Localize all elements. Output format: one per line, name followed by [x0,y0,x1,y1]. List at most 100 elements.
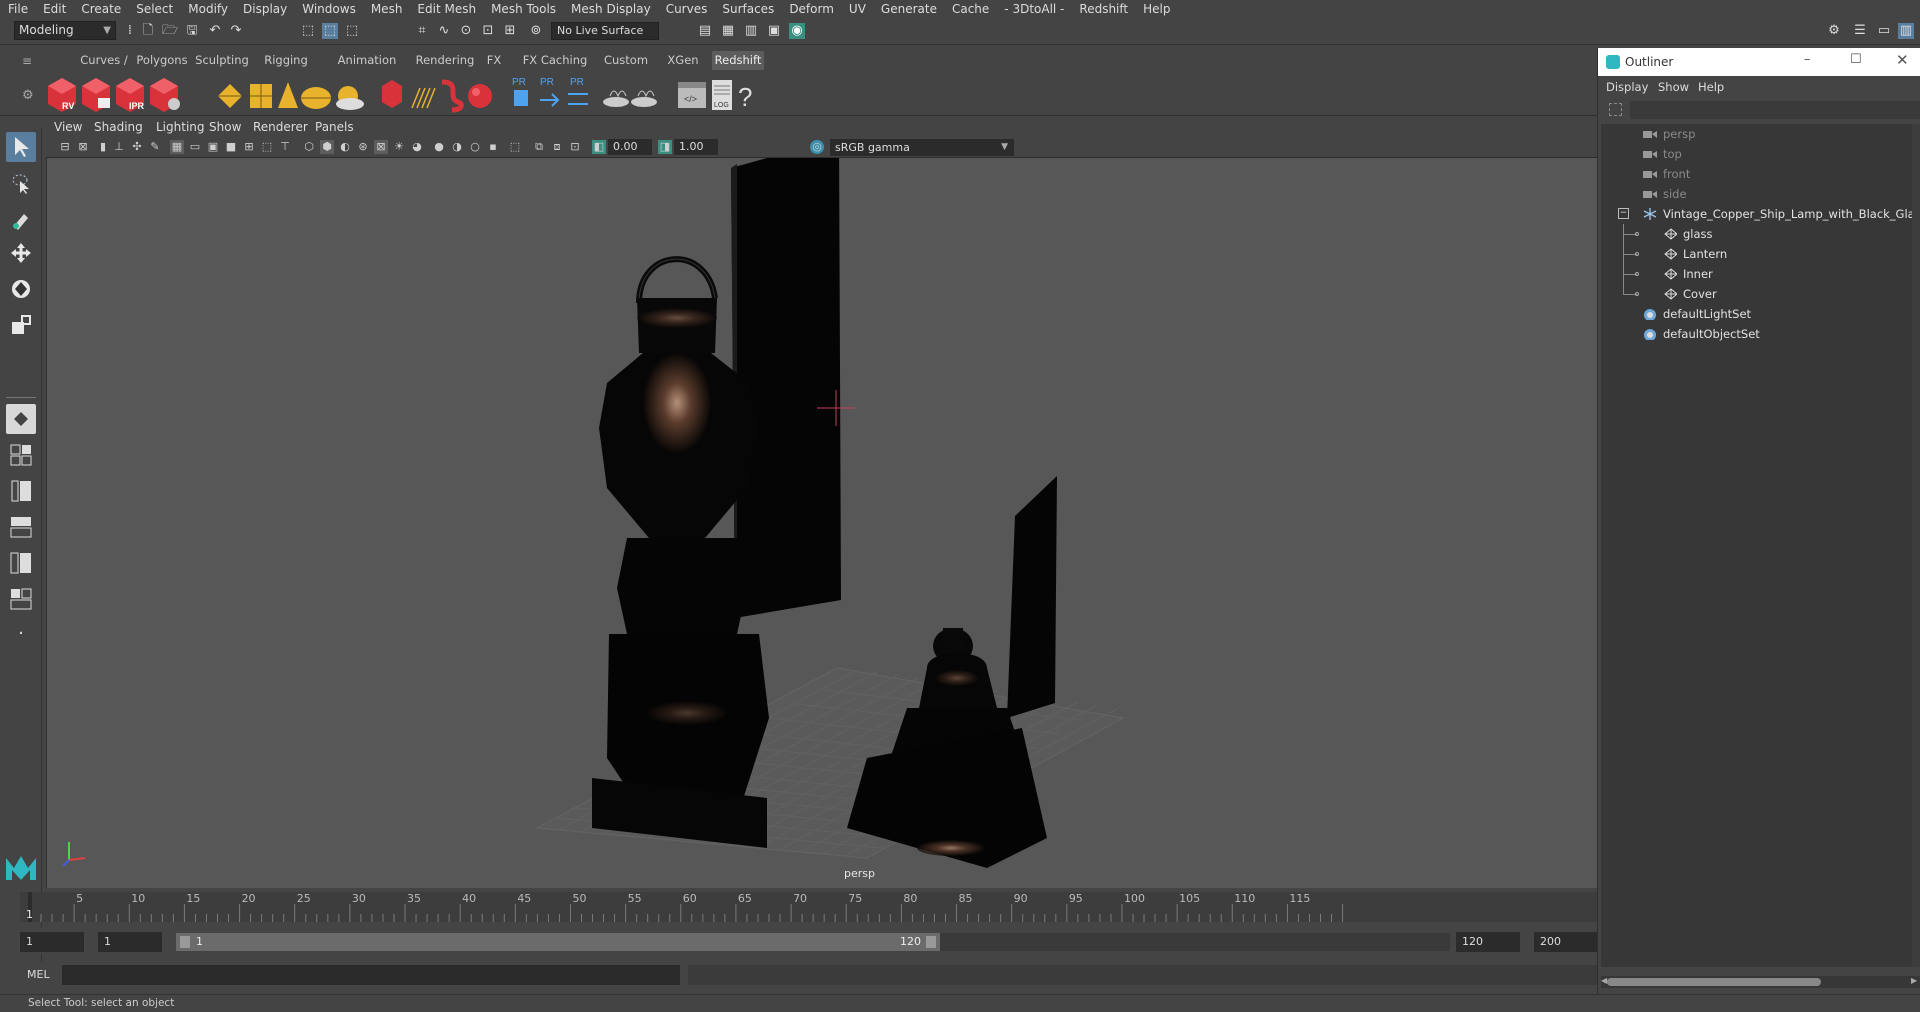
shelf-tab[interactable]: Custom [603,51,649,70]
menu-item[interactable]: Curves [666,2,708,16]
textured-icon[interactable]: ⊠ [374,140,388,154]
menu-item[interactable]: Edit [43,2,66,16]
redshift-ipr-icon[interactable]: IPR [116,78,145,112]
time-slider[interactable]: 5 10 15 20 25 30 35 40 45 50 55 60 65 70 75 80 85 90 95 100… [20,892,1597,922]
snap-point-icon[interactable]: ⊙ [458,23,474,39]
render-settings-icon[interactable]: ▤ [697,23,713,39]
xray-joints-icon[interactable]: ⊡ [568,140,582,154]
menu-item[interactable]: Surfaces [722,2,774,16]
select-by-component-icon[interactable]: ⬚ [344,23,360,39]
xray-active-components-icon[interactable]: ⧈ [550,140,564,154]
channel-box-icon[interactable]: ▥ [1898,23,1914,39]
exposure-icon[interactable]: ◧ [592,140,606,154]
redshift-pr-material-icon[interactable]: PR [512,77,528,106]
viewport-menu-item[interactable]: Lighting [156,120,205,134]
select-by-hierarchy-icon[interactable]: ⬚ [300,23,316,39]
redshift-curve-icon[interactable] [441,79,464,113]
color-management-icon[interactable]: ◎ [810,140,824,154]
hypershade-layout-icon[interactable] [6,584,36,614]
menu-item[interactable]: Deform [789,2,834,16]
use-default-material-icon[interactable]: ◐ [338,140,352,154]
outliner-horizontal-scrollbar[interactable]: ◀ ▶ [1601,976,1920,988]
xray-icon[interactable]: ⧉ [532,140,546,154]
outliner-row[interactable]: Cover [1601,284,1920,304]
outliner-vertical-scrollbar[interactable] [1912,124,1920,967]
redshift-proxy-icon[interactable] [218,84,242,108]
shelf-tab[interactable]: Polygons [131,51,193,70]
outliner-menu-item[interactable]: Help [1698,80,1724,94]
exposure-field[interactable]: 0.00 [608,139,652,155]
select-by-object-icon[interactable]: ⬚ [322,23,338,39]
outliner-row[interactable]: defaultLightSet [1601,304,1920,324]
outliner-row[interactable]: top [1601,144,1920,164]
isolate-select-icon[interactable]: ⬚ [508,140,522,154]
menu-item[interactable]: Modify [188,2,228,16]
playback-start-field[interactable]: 1 [98,932,162,952]
hypershade-icon[interactable]: ◉ [789,23,805,39]
render-view-icon[interactable]: ▣ [766,23,782,39]
open-scene-icon[interactable]: 🗁 [162,23,178,39]
redshift-light-icon[interactable] [278,82,298,108]
command-input[interactable] [62,965,680,985]
menu-item[interactable]: Mesh Display [571,2,651,16]
outliner-filter-icon[interactable] [1609,103,1622,116]
viewport-menu-item[interactable]: Shading [94,120,143,134]
grease-pencil-icon[interactable]: ✎ [148,140,162,154]
range-slider-handle[interactable] [176,933,940,951]
menu-item[interactable]: UV [849,2,866,16]
modeling-toolkit-icon[interactable]: ⚙ [1826,23,1842,39]
close-icon[interactable]: ✕ [1896,51,1909,69]
multisample-aa-icon[interactable]: ○ [468,140,482,154]
outliner-row[interactable]: defaultObjectSet [1601,324,1920,344]
ambient-occlusion-icon[interactable]: ● [432,140,446,154]
persp-graph-layout-icon[interactable] [6,512,36,542]
redshift-dome-light-icon[interactable] [301,87,331,109]
motion-blur-icon[interactable]: ◑ [450,140,464,154]
scale-tool-icon[interactable] [6,310,36,340]
perspective-viewport[interactable]: persp [46,158,1597,888]
menu-item[interactable]: Help [1143,2,1170,16]
camera-attributes-icon[interactable]: ⊠ [76,140,90,154]
new-scene-icon[interactable]: 🗋 [140,23,156,39]
shelf-tab[interactable]: Rigging [256,51,316,70]
menu-item[interactable]: Edit Mesh [417,2,476,16]
outliner-menu-item[interactable]: Display [1606,80,1648,94]
paint-select-tool-icon[interactable] [6,204,36,234]
four-view-layout-icon[interactable] [6,440,36,470]
redshift-volume-icon[interactable] [382,80,402,108]
depth-of-field-icon[interactable]: ▪ [486,140,500,154]
undo-icon[interactable]: ↶ [207,23,223,39]
single-perspective-layout-icon[interactable] [6,404,36,434]
shelf-tab[interactable]: XGen [663,51,703,70]
lasso-tool-icon[interactable] [6,168,36,198]
gate-mask-icon[interactable]: ■ [224,140,238,154]
redshift-sun-icon[interactable] [336,86,364,110]
shelf-tab[interactable]: FX [482,51,506,70]
redshift-render-view-icon[interactable]: RV [48,78,76,112]
command-language-label[interactable]: MEL [27,968,50,981]
menu-item[interactable]: Redshift [1079,2,1128,16]
redshift-log-icon[interactable]: LOG [712,80,732,110]
menu-item[interactable]: File [8,2,28,16]
outliner-row[interactable]: front [1601,164,1920,184]
save-scene-icon[interactable]: 🖫 [184,23,200,39]
redshift-grid-icon[interactable] [250,84,272,108]
animation-end-field[interactable]: 200 [1534,932,1598,952]
viewport-menu-item[interactable]: Show [209,120,241,134]
shadows-icon[interactable]: ◕ [410,140,424,154]
grid-toggle-icon[interactable]: ▦ [170,140,184,154]
outliner-row[interactable]: Lantern [1601,244,1920,264]
outliner-row[interactable]: side [1601,184,1920,204]
make-live-icon[interactable]: ⊚ [528,23,544,39]
menu-item[interactable]: Create [81,2,121,16]
viewport-menu-item[interactable]: View [54,120,82,134]
menu-item[interactable]: Generate [881,2,937,16]
safe-title-icon[interactable]: ⊤ [278,140,292,154]
redshift-script-icon[interactable]: </> [678,82,706,108]
attribute-editor-icon[interactable]: ☰ [1852,23,1868,39]
image-plane-icon[interactable]: ⊥ [112,140,126,154]
menu-item[interactable]: Display [243,2,287,16]
snap-view-plane-icon[interactable]: ⊡ [480,23,496,39]
collapse-toggle-icon[interactable]: − [1618,208,1629,219]
ipr-render-icon[interactable]: ▥ [743,23,759,39]
